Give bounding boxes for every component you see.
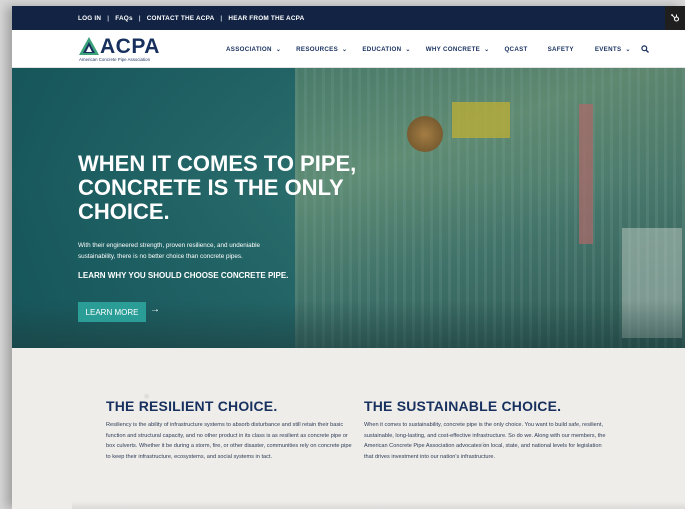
hero-title-line: WHEN IT COMES TO PIPE, (78, 151, 357, 176)
hear-from-link[interactable]: HEAR FROM THE ACPA (228, 15, 304, 22)
login-link[interactable]: LOG IN (78, 15, 101, 22)
site-header: ACPA American Concrete Pipe Association … (12, 30, 685, 68)
resilient-choice-block: THE RESILIENT CHOICE. Resiliency is the … (106, 398, 352, 462)
logo-mark-icon (79, 37, 99, 55)
nav-events[interactable]: EVENTS ⌄ (595, 46, 631, 53)
nav-label: WHY CONCRETE (425, 45, 481, 53)
utility-bar: LOG IN | FAQs | CONTACT THE ACPA | HEAR … (12, 6, 685, 30)
chevron-down-icon: ⌄ (484, 46, 490, 53)
faqs-link[interactable]: FAQs (115, 15, 133, 22)
separator: | (138, 14, 141, 22)
acpa-logo[interactable]: ACPA American Concrete Pipe Association (78, 35, 178, 65)
nav-label: ASSOCIATION (226, 45, 272, 53)
nav-resources[interactable]: RESOURCES ⌄ (296, 46, 347, 53)
hero-title-line: CONCRETE IS THE ONLY (78, 175, 344, 200)
section-body: Resiliency is the ability of infrastruct… (106, 422, 352, 460)
hero-machine-column (579, 104, 593, 244)
nav-why-concrete[interactable]: WHY CONCRETE ⌄ (426, 46, 490, 53)
hero-cta-text: LEARN WHY YOU SHOULD CHOOSE CONCRETE PIP… (78, 271, 289, 280)
chevron-down-icon: ⌄ (342, 46, 348, 53)
nav-qcast[interactable]: QCAST (504, 46, 527, 53)
search-icon (641, 45, 649, 53)
nav-safety[interactable]: SAFETY (548, 46, 574, 53)
chevron-down-icon: ⌄ (405, 46, 411, 53)
hero-title: WHEN IT COMES TO PIPE, CONCRETE IS THE O… (78, 152, 398, 224)
section-body: When it comes to sustainability, concret… (364, 422, 606, 460)
logo-text: ACPA (100, 35, 160, 58)
separator: | (107, 14, 110, 22)
main-nav: ASSOCIATION ⌄ RESOURCES ⌄ EDUCATION ⌄ WH… (226, 30, 649, 68)
nav-label: EVENTS (594, 45, 622, 53)
hero-machine-wheel (407, 116, 443, 152)
chevron-down-icon: ⌄ (625, 46, 631, 53)
hero-title-line: CHOICE. (78, 199, 170, 224)
hero-banner: WHEN IT COMES TO PIPE, CONCRETE IS THE O… (12, 68, 685, 348)
arrow-right-icon[interactable]: → (150, 304, 160, 315)
nav-label: SAFETY (547, 45, 574, 53)
nav-association[interactable]: ASSOCIATION ⌄ (226, 46, 281, 53)
learn-more-button[interactable]: LEARN MORE (78, 302, 146, 322)
hero-description: With their engineered strength, proven r… (78, 242, 261, 260)
nav-label: QCAST (504, 45, 528, 53)
search-button[interactable] (641, 45, 649, 53)
section-heading: THE SUSTAINABLE CHOICE. (364, 398, 562, 414)
choice-section: THE RESILIENT CHOICE. Resiliency is the … (12, 348, 685, 509)
hero-machine-part (452, 102, 510, 138)
separator: | (220, 14, 223, 22)
contact-link[interactable]: CONTACT THE ACPA (147, 15, 215, 22)
sustainable-choice-block: THE SUSTAINABLE CHOICE. When it comes to… (364, 398, 610, 462)
nav-label: RESOURCES (296, 45, 339, 53)
chevron-down-icon: ⌄ (275, 46, 282, 53)
section-heading: THE RESILIENT CHOICE. (106, 398, 278, 414)
logo-subtitle: American Concrete Pipe Association (79, 57, 151, 62)
hubspot-icon[interactable] (665, 6, 685, 30)
bottom-shadow (72, 501, 685, 509)
browser-page: LOG IN | FAQs | CONTACT THE ACPA | HEAR … (12, 6, 685, 509)
nav-education[interactable]: EDUCATION ⌄ (362, 46, 410, 53)
nav-label: EDUCATION (362, 45, 402, 53)
